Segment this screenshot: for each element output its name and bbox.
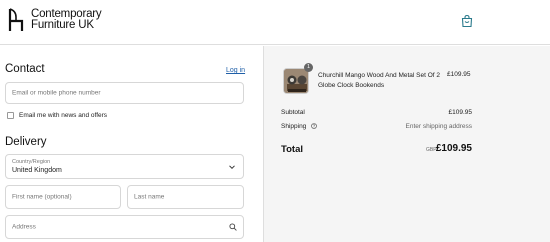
country-value: United Kingdom — [12, 167, 62, 174]
email-placeholder: Email or mobile phone number — [12, 89, 101, 97]
contact-heading: Contact — [5, 63, 45, 75]
address-field[interactable]: Address — [5, 215, 244, 239]
shipping-label-row: Shipping — [281, 123, 317, 130]
email-field[interactable]: Email or mobile phone number — [5, 82, 244, 104]
shipping-value: Enter shipping address — [405, 123, 473, 130]
last-name-field[interactable]: Last name — [127, 185, 244, 209]
chevron-down-icon — [229, 164, 235, 169]
product-thumbnail — [283, 68, 309, 94]
subtotal-value: £109.95 — [448, 109, 473, 116]
shipping-label: Shipping — [281, 123, 307, 130]
login-link[interactable]: Log in — [226, 67, 245, 74]
help-circle-icon[interactable] — [311, 123, 317, 129]
address-placeholder: Address — [12, 223, 36, 231]
news-offers-checkbox[interactable] — [7, 112, 14, 119]
subtotal-label: Subtotal — [281, 109, 305, 116]
product-name: Churchill Mango Wood And Metal Set Of 2 … — [318, 72, 440, 89]
news-offers-label: Email me with news and offers — [19, 112, 108, 119]
shopping-bag-icon[interactable] — [460, 14, 474, 28]
quantity-badge: 1 — [304, 63, 313, 72]
delivery-heading: Delivery — [5, 136, 47, 148]
first-name-field[interactable]: First name (optional) — [5, 185, 121, 209]
total-label: Total — [281, 144, 303, 155]
total-value: £109.95 — [435, 143, 472, 154]
chair-logo-icon — [8, 8, 24, 31]
country-label: Country/Region — [12, 159, 51, 165]
site-header: Contemporary Furniture UK — [0, 0, 550, 45]
logo-line-2: Furniture UK — [31, 19, 94, 31]
product-price: £109.95 — [447, 71, 471, 78]
first-name-placeholder: First name (optional) — [12, 193, 72, 201]
store-logo[interactable]: Contemporary Furniture UK — [6, 7, 102, 33]
search-icon — [229, 223, 237, 231]
country-select[interactable]: Country/Region United Kingdom — [5, 154, 244, 179]
last-name-placeholder: Last name — [134, 193, 165, 201]
globe-bookends-image — [284, 69, 308, 93]
logo-wordmark: Contemporary Furniture UK — [31, 8, 102, 31]
